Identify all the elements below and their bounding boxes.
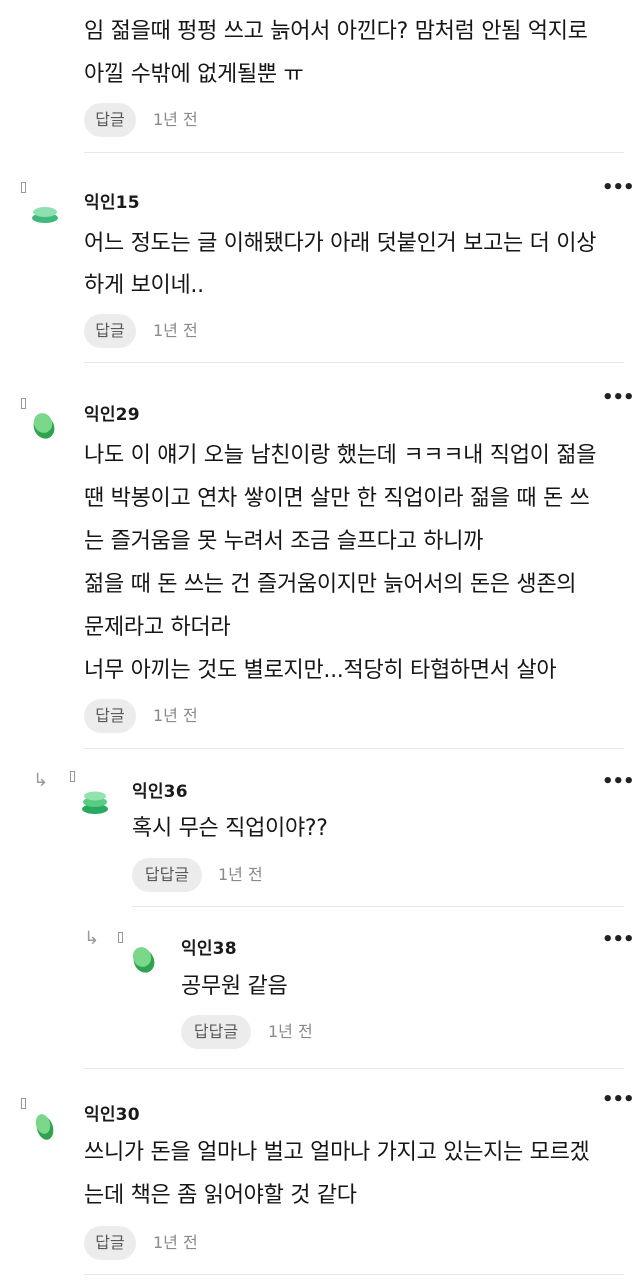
- divider: [84, 1274, 624, 1275]
- comment-text-line: 공무원 같음: [181, 974, 288, 999]
- avatar: [132, 947, 155, 973]
- reply-arrow-icon: ↳: [33, 770, 49, 791]
- indicator-icon: [70, 771, 75, 782]
- reply-button[interactable]: 답글: [84, 103, 136, 137]
- comment-text-line: 너무 아끼는 것도 별로지만...적당히 타협하면서 살아: [84, 658, 557, 683]
- indicator-icon: [21, 1098, 26, 1109]
- more-dots-icon[interactable]: •••: [602, 1091, 635, 1109]
- reply-button[interactable]: 답글: [84, 1226, 136, 1260]
- more-dots-icon[interactable]: •••: [602, 773, 635, 791]
- timestamp: 1년 전: [153, 321, 198, 340]
- indicator-icon: [21, 182, 26, 193]
- divider: [84, 1068, 624, 1069]
- comment-text-line: 어느 정도는 글 이해됐다가 아래 덧붙인거 보고는 더 이상: [84, 231, 597, 256]
- divider: [84, 362, 624, 363]
- reply-arrow-icon: ↳: [84, 928, 100, 949]
- avatar: [33, 413, 55, 439]
- divider: [84, 152, 624, 153]
- comment-text-line: 는데 책은 좀 읽어야할 것 같다: [84, 1183, 357, 1208]
- comment-text-line: 하게 보이네..: [84, 273, 204, 298]
- nickname[interactable]: 익인36: [132, 777, 188, 802]
- reply-button[interactable]: 답답글: [181, 1015, 251, 1049]
- comment-text-line: 땐 박봉이고 연차 쌓이면 살만 한 직업이라 젊을 때 돈 쓰: [84, 486, 590, 511]
- nickname[interactable]: 익인38: [181, 934, 237, 959]
- reply-button[interactable]: 답글: [84, 314, 136, 348]
- avatar: [35, 1114, 54, 1140]
- nickname[interactable]: 익인30: [84, 1100, 140, 1125]
- comment-text-line: 나도 이 얘기 오늘 남친이랑 했는데 ㅋㅋㅋ내 직업이 젊을: [84, 443, 597, 468]
- nickname[interactable]: 익인29: [84, 400, 140, 425]
- nickname[interactable]: 익인15: [84, 188, 140, 213]
- comment-text-line: 젊을 때 돈 쓰는 건 즐거움이지만 늙어서의 돈은 생존의: [84, 572, 577, 597]
- more-dots-icon[interactable]: •••: [602, 389, 635, 407]
- more-dots-icon[interactable]: •••: [602, 931, 635, 949]
- timestamp: 1년 전: [153, 1233, 198, 1252]
- divider: [132, 906, 624, 907]
- reply-button[interactable]: 답답글: [132, 858, 202, 892]
- timestamp: 1년 전: [218, 865, 263, 884]
- comment-text-line: 아낄 수밖에 없게될뿐 ㅠ: [84, 62, 304, 87]
- reply-button[interactable]: 답글: [84, 699, 136, 733]
- avatar: [82, 791, 108, 814]
- comment-text-line: 문제라고 하더라: [84, 615, 231, 640]
- comment-text-line: 는 즐거움을 못 누려서 조금 슬프다고 하니까: [84, 529, 484, 554]
- comment-text-line: 혹시 무슨 직업이야??: [132, 816, 328, 841]
- comment-text-line: 임 젊을때 펑펑 쓰고 늙어서 아낀다? 맘처럼 안됨 억지로: [84, 19, 588, 44]
- divider: [84, 748, 624, 749]
- timestamp: 1년 전: [153, 110, 198, 129]
- indicator-icon: [118, 932, 123, 943]
- avatar: [32, 207, 58, 223]
- more-dots-icon[interactable]: •••: [602, 179, 635, 197]
- indicator-icon: [21, 398, 26, 409]
- timestamp: 1년 전: [268, 1022, 313, 1041]
- timestamp: 1년 전: [153, 706, 198, 725]
- comment-text-line: 쓰니가 돈을 얼마나 벌고 얼마나 가지고 있는지는 모르겠: [84, 1140, 590, 1165]
